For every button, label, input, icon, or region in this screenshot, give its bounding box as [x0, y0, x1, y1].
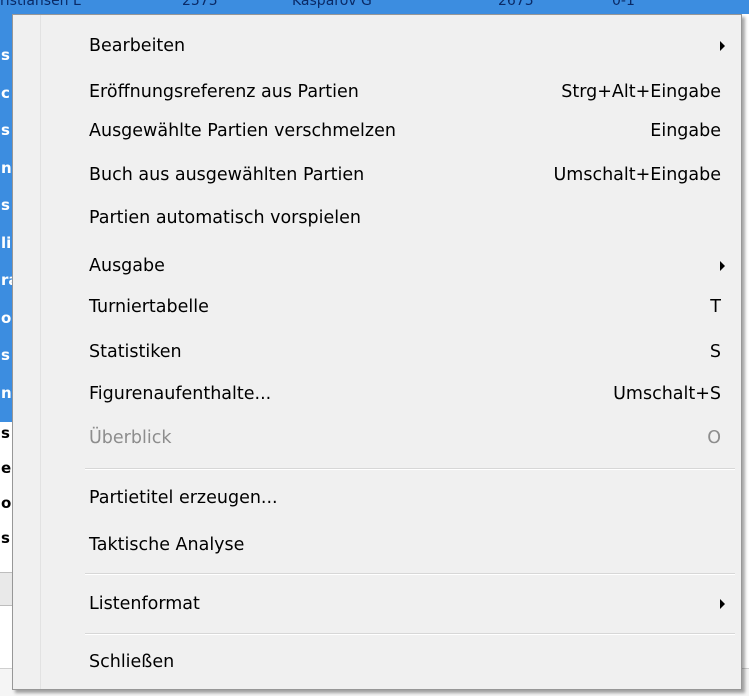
- menu-item-schliessen[interactable]: Schließen: [15, 639, 737, 685]
- header-cell-white-elo: 2575: [182, 0, 218, 9]
- menu-item-label: Bearbeiten: [89, 36, 186, 56]
- menu-item-label: Turniertabelle: [89, 297, 209, 317]
- menu-item-automatisch-vorspielen[interactable]: Partien automatisch vorspielen: [15, 195, 737, 241]
- header-cell-result: 0-1: [612, 0, 635, 9]
- menu-separator: [85, 633, 735, 635]
- menu-item-listenformat[interactable]: Listenformat: [15, 581, 737, 627]
- menu-item-partien-verschmelzen[interactable]: Ausgewählte Partien verschmelzen Eingabe: [15, 108, 737, 154]
- menu-item-buch-aus-partien[interactable]: Buch aus ausgewählten Partien Umschalt+E…: [15, 152, 737, 198]
- menu-item-shortcut: S: [709, 342, 721, 362]
- context-menu: Bearbeiten Eröffnungsreferenz aus Partie…: [12, 14, 742, 690]
- menu-item-label: Figurenaufenthalte...: [89, 384, 272, 404]
- menu-item-label: Taktische Analyse: [89, 535, 245, 555]
- menu-item-label: Statistiken: [89, 342, 182, 362]
- menu-item-shortcut: Umschalt+Eingabe: [553, 165, 721, 185]
- menu-item-label: Buch aus ausgewählten Partien: [89, 165, 365, 185]
- menu-item-label: Schließen: [89, 652, 175, 672]
- menu-item-ueberblick: Überblick O: [15, 415, 737, 461]
- menu-item-label: Ausgabe: [89, 256, 165, 276]
- menu-item-label: Partien automatisch vorspielen: [89, 208, 361, 228]
- menu-item-partietitel-erzeugen[interactable]: Partietitel erzeugen...: [15, 475, 737, 521]
- menu-item-label: Partietitel erzeugen...: [89, 488, 278, 508]
- header-cell-black-elo: 2675: [498, 0, 534, 9]
- menu-item-figurenaufenthalte[interactable]: Figurenaufenthalte... Umschalt+S: [15, 371, 737, 417]
- menu-item-shortcut: O: [707, 428, 721, 448]
- menu-item-shortcut: Eingabe: [650, 121, 721, 141]
- submenu-arrow-icon: [720, 599, 725, 609]
- menu-separator: [85, 573, 735, 575]
- submenu-arrow-icon: [720, 41, 725, 51]
- submenu-arrow-icon: [720, 261, 725, 271]
- game-list-header-row: ristiansen L 2575 Kasparov G 2675 0-1: [0, 0, 749, 14]
- header-cell-black: Kasparov G: [292, 0, 372, 9]
- menu-item-shortcut: T: [710, 297, 721, 317]
- menu-item-taktische-analyse[interactable]: Taktische Analyse: [15, 522, 737, 568]
- menu-item-statistiken[interactable]: Statistiken S: [15, 329, 737, 375]
- menu-separator: [85, 468, 735, 470]
- menu-item-ausgabe[interactable]: Ausgabe: [15, 243, 737, 289]
- menu-item-label: Überblick: [89, 428, 172, 448]
- menu-item-bearbeiten[interactable]: Bearbeiten: [15, 23, 737, 69]
- menu-item-turniertabelle[interactable]: Turniertabelle T: [15, 284, 737, 330]
- menu-item-label: Listenformat: [89, 594, 200, 614]
- menu-item-shortcut: Umschalt+S: [613, 384, 721, 404]
- menu-item-label: Ausgewählte Partien verschmelzen: [89, 121, 396, 141]
